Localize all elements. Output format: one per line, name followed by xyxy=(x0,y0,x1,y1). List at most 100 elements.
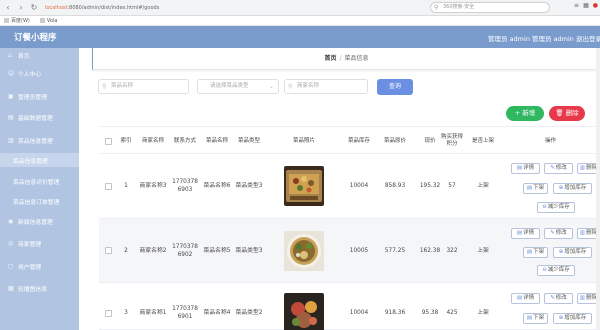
cell-merchant: 商家名称2 xyxy=(139,247,167,254)
cell-stock: 10004 xyxy=(349,310,369,316)
breadcrumb: 首页 / 菜品信息 xyxy=(92,48,600,70)
merchant-name-input[interactable]: ⚲ 商家名称 xyxy=(284,79,368,94)
cell-original-price: 918.36 xyxy=(384,310,406,316)
row-checkbox[interactable] xyxy=(104,247,112,254)
plus-icon: ⊕ xyxy=(558,249,564,255)
column-header: 操作 xyxy=(544,137,556,144)
row-checkbox[interactable] xyxy=(104,182,112,190)
cell-merchant: 商家名称1 xyxy=(139,310,167,316)
detail-icon: ▤ xyxy=(516,295,523,301)
carousel-icon: ▦ xyxy=(8,284,14,292)
table-row: 2 商家名称2 17703786902 菜品名称5 菜品类型3 10005 57… xyxy=(99,219,600,283)
news-icon: ◉ xyxy=(8,217,14,225)
column-header: 菜品照片 xyxy=(292,137,315,144)
sidebar-item-users[interactable]: ▢ 用户管理 xyxy=(0,259,79,273)
offshelf-icon: ▤ xyxy=(526,249,533,255)
sidebar-item-carousel[interactable]: ▦ 轮播图信息 xyxy=(0,281,79,295)
cell-shelf-status: 上架 xyxy=(477,247,489,254)
cell-stock: 10004 xyxy=(349,183,369,189)
edit-button[interactable]: ✎修改 xyxy=(544,293,573,304)
vertical-scrollbar[interactable] xyxy=(596,48,600,330)
sidebar-item-admin[interactable]: ▣ 管理员管理 xyxy=(0,89,79,103)
trash-icon: ▥ xyxy=(579,295,586,301)
search-icon: ⚲ xyxy=(288,83,293,90)
cell-dish: 菜品名称6 xyxy=(203,183,231,189)
bookmark-item[interactable]: 百度(W) xyxy=(4,17,30,24)
offshelf-button[interactable]: ▤下架 xyxy=(523,247,548,258)
detail-button[interactable]: ▤详情 xyxy=(511,293,540,304)
add-stock-button[interactable]: ⊕增加库存 xyxy=(553,247,592,258)
sidebar-item-merchant[interactable]: ◎ 商家管理 xyxy=(0,236,79,250)
breadcrumb-home[interactable]: 首页 xyxy=(324,55,336,62)
trash-icon: ▥ xyxy=(579,230,586,236)
plus-icon: ⊕ xyxy=(558,315,564,321)
batch-delete-button[interactable]: 🗑 删除 xyxy=(549,106,585,121)
browser-search-input[interactable]: ⚲ 360搜索·安全 xyxy=(430,2,550,13)
sidebar-item-dish-menu[interactable]: ▥ 菜品信息管理 xyxy=(0,133,79,147)
dish-photo[interactable] xyxy=(284,230,324,271)
detail-icon: ▤ xyxy=(516,165,523,171)
dish-photo[interactable] xyxy=(284,166,324,206)
users-icon: ▢ xyxy=(8,262,14,270)
column-header: 菜品库存 xyxy=(347,137,370,144)
sidebar-item-profile[interactable]: ☺ 个人中心 xyxy=(0,66,79,80)
url-bar[interactable]: localhost:8080/admin/dist/index.html#/go… xyxy=(45,5,445,11)
edit-button[interactable]: ✎修改 xyxy=(544,163,573,174)
cell-phone: 17703786902 xyxy=(172,243,198,258)
menu-icon[interactable]: ≡ xyxy=(574,2,579,9)
table-row: 3 商家名称1 17703786901 菜品名称4 菜品类型2 10004 91… xyxy=(99,283,600,330)
reduce-stock-button[interactable]: ⊖减少库存 xyxy=(537,202,575,213)
detail-button[interactable]: ▤详情 xyxy=(511,228,540,239)
edit-button[interactable]: ✎修改 xyxy=(544,228,573,239)
sidebar-item-news[interactable]: ◉ 新闻信息管理 xyxy=(0,214,79,228)
cell-type: 菜品类型3 xyxy=(235,247,263,254)
offshelf-button[interactable]: ▤下架 xyxy=(523,313,548,324)
column-header: 菜品原价 xyxy=(383,137,406,144)
add-stock-button[interactable]: ⊕增加库存 xyxy=(553,313,592,324)
cell-original-price: 577.25 xyxy=(384,247,406,254)
dish-photo[interactable] xyxy=(284,293,324,330)
edit-icon: ✎ xyxy=(550,230,555,236)
apps-icon[interactable]: ▦ xyxy=(583,2,589,9)
cell-phone: 17703786903 xyxy=(172,179,198,193)
search-icon: ⚲ xyxy=(434,4,439,11)
select-all-checkbox[interactable] xyxy=(104,137,112,145)
add-stock-button[interactable]: ⊕增加库存 xyxy=(553,183,592,194)
shop-icon: ◎ xyxy=(8,239,14,247)
offshelf-icon: ▤ xyxy=(526,185,533,191)
column-header: 菜品类型 xyxy=(237,137,260,144)
cell-phone: 17703786901 xyxy=(172,306,198,320)
column-header: 菜品名称 xyxy=(205,137,228,144)
column-header: 商家名称 xyxy=(141,137,164,144)
edit-icon: ✎ xyxy=(550,295,555,301)
offshelf-button[interactable]: ▤下架 xyxy=(523,183,548,194)
sidebar-item-dish-info[interactable]: 菜品信息管理 xyxy=(0,153,79,167)
reduce-stock-button[interactable]: ⊖减少库存 xyxy=(537,265,575,276)
sidebar-item-dish-review[interactable]: 菜品信息评价管理 xyxy=(0,174,79,188)
dish-name-input[interactable]: ⚲ 菜品名称 xyxy=(98,79,189,94)
user-info[interactable]: 管理员 admin 管理员 admin 退出登录 xyxy=(488,33,600,43)
detail-button[interactable]: ▤详情 xyxy=(511,163,540,174)
sidebar-item-dish-order[interactable]: 菜品信息订单管理 xyxy=(0,194,79,208)
cell-type: 菜品类型3 xyxy=(235,183,263,189)
cell-points: 322 xyxy=(446,247,458,254)
back-icon[interactable]: ‹ xyxy=(3,3,13,13)
query-button[interactable]: 查询 xyxy=(377,79,413,95)
cell-dish: 菜品名称4 xyxy=(203,310,231,316)
dish-type-select[interactable]: 请选择菜品类型 ⌄ xyxy=(197,79,279,94)
sidebar-item-home[interactable]: ⌂ 首页 xyxy=(0,48,79,62)
bookmark-item[interactable]: Vola xyxy=(39,18,57,24)
sidebar-item-basic-data[interactable]: ▤ 基础数据管理 xyxy=(0,110,79,124)
app-title: 订餐小程序 xyxy=(14,33,57,43)
add-button[interactable]: + 新增 xyxy=(506,106,544,121)
detail-icon: ▤ xyxy=(516,230,523,236)
refresh-icon[interactable]: ↻ xyxy=(29,3,39,13)
cell-dish: 菜品名称5 xyxy=(203,247,231,254)
extension-icon[interactable]: ● xyxy=(593,2,598,9)
user-icon: ☺ xyxy=(8,69,15,77)
row-checkbox[interactable] xyxy=(104,309,112,317)
minus-icon: ⊖ xyxy=(542,267,547,273)
table-header: 索引 商家名称 联系方式 菜品名称 菜品类型 菜品照片 菜品库存 菜品原价 现价… xyxy=(99,126,600,154)
home-icon: ⌂ xyxy=(8,51,12,59)
forward-icon[interactable]: › xyxy=(16,3,26,13)
